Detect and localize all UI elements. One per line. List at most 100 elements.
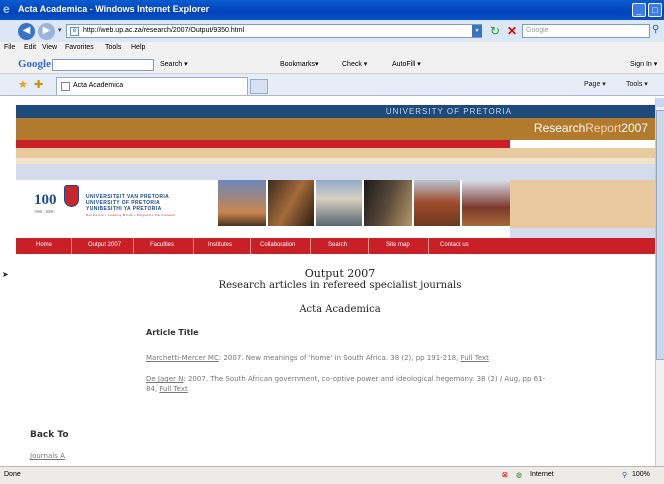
- university-name: UNIVERSITEIT VAN PRETORIA UNIVERSITY OF …: [86, 194, 176, 218]
- google-signin-button[interactable]: Sign In ▾: [630, 60, 657, 68]
- banner-photo: [462, 180, 510, 226]
- nav-contact-us[interactable]: Contact us: [440, 242, 469, 248]
- tab-page-icon: [61, 82, 70, 91]
- status-bar: Done ⊠ ◍ Internet ⚲ 100%: [0, 466, 664, 484]
- google-autofill-button[interactable]: AutoFill ▾: [392, 60, 421, 68]
- university-crest-icon: [64, 185, 79, 207]
- banner-photo: [218, 180, 266, 226]
- nav-separator: [250, 238, 251, 254]
- forward-button[interactable]: ▶: [38, 23, 55, 40]
- nav-site-map[interactable]: Site map: [386, 242, 410, 248]
- centenary-number: 100: [34, 192, 57, 208]
- research-report-band: ResearchReport2007: [16, 118, 664, 140]
- journal-title: Acta Academica: [299, 304, 381, 315]
- window-title: Acta Academica - Windows Internet Explor…: [18, 4, 210, 14]
- popup-blocked-icon[interactable]: ⊠: [502, 471, 508, 479]
- university-motto: Denkleiers • Leading Minds • Dikgopolo t…: [86, 213, 176, 217]
- url-dropdown-icon[interactable]: ▾: [472, 25, 482, 37]
- centenary-years: 1908 · 2008: [34, 209, 54, 214]
- zoom-level[interactable]: 100%: [632, 471, 650, 478]
- google-bookmarks-button[interactable]: Bookmarks▾: [280, 60, 319, 68]
- mouse-cursor-icon: ➤: [2, 270, 9, 279]
- side-blue-block: [510, 228, 664, 238]
- favorites-star-icon[interactable]: ★: [18, 78, 28, 91]
- add-favorites-icon[interactable]: ✚: [34, 78, 43, 91]
- article-entry: De Jager N: 2007. The South African gove…: [146, 374, 546, 394]
- nav-institutes[interactable]: Institutes: [208, 242, 232, 248]
- scroll-thumb[interactable]: [656, 110, 664, 360]
- article-entry: Marchetti-Mercer MC: 2007. New meanings …: [146, 353, 546, 363]
- vertical-scrollbar[interactable]: [655, 98, 664, 466]
- banner: 100 1908 · 2008 UNIVERSITEIT VAN PRETORI…: [16, 180, 510, 228]
- back-button[interactable]: ◀: [18, 23, 35, 40]
- university-band: UNIVERSITY OF PRETORIA: [16, 105, 664, 118]
- google-search-input[interactable]: [52, 59, 154, 71]
- google-search-button[interactable]: Search ▾: [160, 60, 188, 68]
- internet-zone-icon: ◍: [516, 472, 523, 479]
- search-input[interactable]: Google: [522, 24, 650, 38]
- report-title-report: Report: [585, 121, 622, 135]
- article-citation: : 2007. The South African government, co…: [146, 375, 546, 393]
- menu-file[interactable]: File: [4, 44, 15, 51]
- page-subheading: Research articles in refereed specialist…: [218, 280, 462, 291]
- page-icon: e: [70, 27, 79, 36]
- tab-label: Acta Academica: [73, 82, 124, 89]
- nav-home[interactable]: Home: [36, 242, 52, 248]
- nav-separator: [428, 238, 429, 254]
- red-stripe: [16, 140, 510, 148]
- refresh-icon[interactable]: ↻: [488, 24, 502, 38]
- tan-stripe: [16, 148, 664, 158]
- university-band-text: UNIVERSITY OF PRETORIA: [385, 107, 512, 116]
- title-bar: e Acta Academica - Windows Internet Expl…: [0, 0, 664, 20]
- page-heading: Output 2007: [304, 267, 376, 280]
- nav-search[interactable]: Search: [328, 242, 347, 248]
- report-title-year: 2007: [621, 121, 648, 135]
- article-citation: : 2007. New meanings of 'home' in South …: [218, 354, 461, 362]
- nav-separator: [71, 238, 72, 254]
- url-text: http://web.up.ac.za/research/2007/Output…: [83, 27, 245, 34]
- menu-view[interactable]: View: [42, 44, 57, 51]
- nav-separator: [310, 238, 311, 254]
- back-to-heading: Back To: [30, 430, 69, 440]
- menu-edit[interactable]: Edit: [24, 44, 36, 51]
- centenary-logo: 100 1908 · 2008: [34, 192, 57, 214]
- google-logo: Google: [18, 58, 51, 70]
- menu-bar: File Edit View Favorites Tools Help: [0, 42, 664, 56]
- google-toolbar: Google Search ▾ Bookmarks▾ Check ▾ AutoF…: [0, 56, 664, 74]
- nav-faculties[interactable]: Faculties: [150, 242, 174, 248]
- search-placeholder: Google: [526, 27, 549, 34]
- tab-acta-academica[interactable]: Acta Academica: [56, 77, 248, 95]
- scroll-up-button[interactable]: [656, 98, 664, 107]
- minimize-button[interactable]: _: [632, 3, 646, 17]
- url-input[interactable]: e http://web.up.ac.za/research/2007/Outp…: [66, 24, 482, 38]
- history-dropdown-icon[interactable]: ▾: [58, 26, 62, 34]
- menu-tools[interactable]: Tools: [105, 44, 121, 51]
- journals-a-link[interactable]: Journals A: [30, 452, 65, 460]
- zoom-icon: ⚲: [622, 472, 628, 479]
- google-check-button[interactable]: Check ▾: [342, 60, 367, 68]
- nav-output-2007[interactable]: Output 2007: [88, 242, 121, 248]
- banner-photo: [316, 180, 362, 226]
- tools-menu-button[interactable]: Tools ▾: [626, 80, 648, 88]
- nav-collaboration[interactable]: Collaboration: [260, 242, 295, 248]
- stop-icon[interactable]: ✕: [505, 24, 519, 38]
- web-page: UNIVERSITY OF PRETORIA ResearchReport200…: [16, 98, 664, 466]
- full-text-link[interactable]: Full Text: [159, 385, 187, 393]
- full-text-link[interactable]: Full Text: [461, 354, 489, 362]
- search-icon[interactable]: ⚲: [652, 24, 659, 35]
- new-tab-button[interactable]: [250, 79, 268, 94]
- menu-help[interactable]: Help: [131, 44, 145, 51]
- security-zone: Internet: [530, 471, 554, 478]
- tab-bar: ★ ✚ Acta Academica Page ▾ Tools ▾: [0, 74, 664, 96]
- nav-separator: [368, 238, 369, 254]
- banner-photo: [268, 180, 314, 226]
- maximize-button[interactable]: □: [648, 3, 662, 17]
- author-link[interactable]: Marchetti-Mercer MC: [146, 354, 219, 362]
- banner-photo: [414, 180, 460, 226]
- author-link[interactable]: De Jager N: [146, 375, 183, 383]
- menu-favorites[interactable]: Favorites: [65, 44, 94, 51]
- page-menu-button[interactable]: Page ▾: [584, 80, 606, 88]
- research-report-title: ResearchReport2007: [534, 121, 648, 135]
- side-tan-block: [510, 180, 664, 228]
- site-nav: Home Output 2007 Faculties Institutes Co…: [16, 238, 664, 254]
